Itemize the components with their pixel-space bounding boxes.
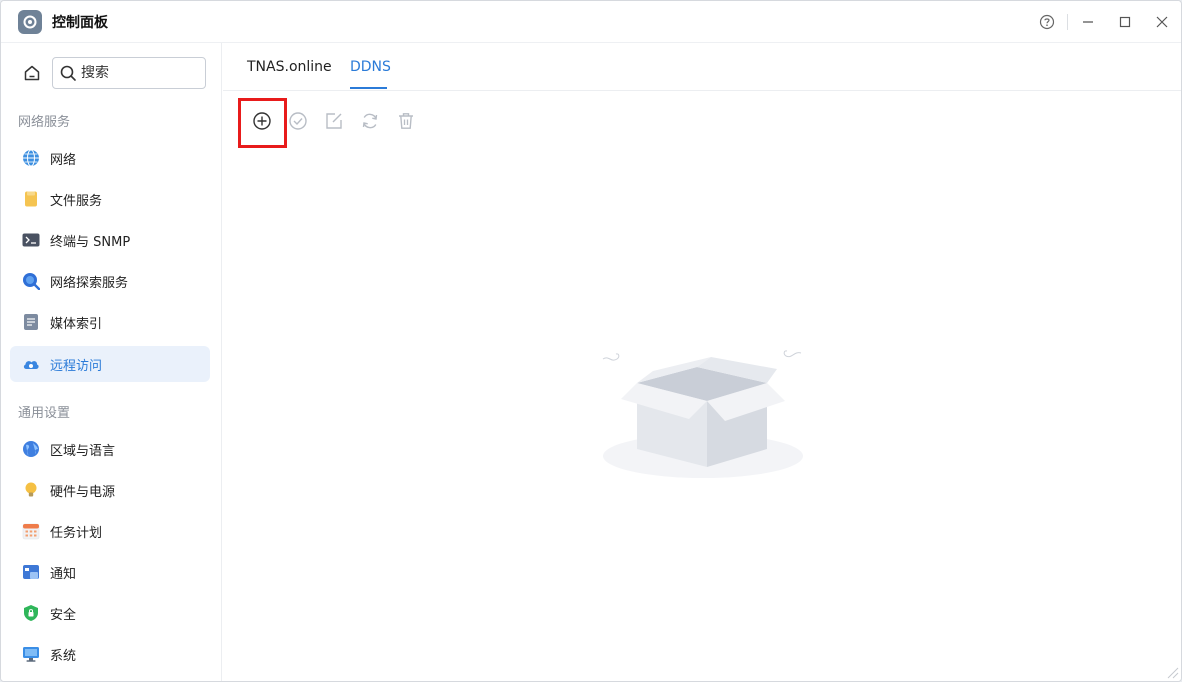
sidebar-item-media-index[interactable]: 媒体索引 — [10, 304, 210, 340]
sidebar-item-label: 网络探索服务 — [50, 275, 129, 291]
sidebar-item-label: 任务计划 — [50, 525, 103, 541]
sidebar-item-label: 安全 — [50, 607, 77, 623]
shield-icon — [22, 604, 40, 622]
check-circle-icon — [289, 112, 307, 130]
title-separator — [1067, 14, 1068, 30]
sidebar: 网络服务 网络 文件服务 — [1, 43, 222, 681]
main-panel: TNAS.online DDNS — [223, 43, 1181, 681]
sidebar-item-security[interactable]: 安全 — [10, 595, 210, 631]
maximize-icon[interactable] — [1115, 12, 1135, 32]
refresh-icon — [362, 113, 378, 129]
folder-icon — [22, 190, 40, 208]
tab-ddns[interactable]: DDNS — [350, 59, 391, 75]
plus-circle-icon — [253, 112, 271, 130]
gear-icon — [18, 10, 42, 34]
control-panel-window: 控制面板 搜索 网络服务 网络 文件服务 终端与 SNMP 网络探索服务 媒体索… — [0, 0, 1182, 682]
sidebar-item-file-services[interactable]: 文件服务 — [10, 181, 210, 217]
trash-icon — [399, 113, 413, 129]
media-index-icon — [22, 313, 40, 331]
section-label-network-services: 网络服务 — [18, 115, 71, 130]
sidebar-item-notification[interactable]: 通知 — [10, 554, 210, 590]
resize-grip-icon[interactable] — [1165, 665, 1179, 679]
minimize-icon[interactable] — [1078, 12, 1098, 32]
search-input[interactable] — [81, 65, 191, 81]
sidebar-item-label: 区域与语言 — [50, 443, 116, 459]
sidebar-item-label: 媒体索引 — [50, 316, 103, 332]
delete-button[interactable] — [394, 109, 418, 133]
search-magnifier-icon — [22, 272, 40, 290]
tab-bar: TNAS.online DDNS — [223, 43, 1181, 91]
terminal-icon — [22, 231, 40, 249]
sidebar-item-label: 文件服务 — [50, 193, 103, 209]
sidebar-item-network-discovery[interactable]: 网络探索服务 — [10, 263, 210, 299]
region-globe-icon — [22, 440, 40, 458]
title-bar: 控制面板 — [1, 1, 1181, 43]
notification-icon — [22, 563, 40, 581]
refresh-button[interactable] — [358, 109, 382, 133]
window-title: 控制面板 — [52, 15, 108, 31]
sidebar-item-network[interactable]: 网络 — [10, 140, 210, 176]
sidebar-item-remote-access[interactable]: 远程访问 — [10, 346, 210, 382]
search-box[interactable] — [52, 57, 206, 89]
help-icon[interactable] — [1037, 12, 1057, 32]
enable-button[interactable] — [286, 109, 310, 133]
home-button[interactable] — [18, 58, 46, 88]
empty-box-icon — [601, 349, 805, 481]
edit-icon — [326, 113, 342, 129]
sidebar-item-label: 通知 — [50, 566, 77, 582]
monitor-icon — [22, 645, 40, 663]
sidebar-item-label: 网络 — [50, 152, 77, 168]
sidebar-item-label: 终端与 SNMP — [50, 234, 131, 250]
sidebar-item-hardware-power[interactable]: 硬件与电源 — [10, 472, 210, 508]
cloud-icon — [22, 355, 40, 373]
globe-icon — [22, 149, 40, 167]
add-button[interactable] — [250, 109, 274, 133]
sidebar-item-task-schedule[interactable]: 任务计划 — [10, 513, 210, 549]
lightbulb-icon — [22, 481, 40, 499]
tab-tnas-online[interactable]: TNAS.online — [247, 59, 332, 75]
sidebar-item-label: 系统 — [50, 648, 77, 664]
sidebar-item-label: 硬件与电源 — [50, 484, 116, 500]
home-icon — [24, 65, 40, 81]
calendar-icon — [22, 522, 40, 540]
edit-button[interactable] — [322, 109, 346, 133]
section-label-general-settings: 通用设置 — [18, 406, 71, 421]
sidebar-item-label: 远程访问 — [50, 358, 103, 374]
close-icon[interactable] — [1152, 12, 1172, 32]
search-icon — [60, 65, 76, 81]
sidebar-item-system[interactable]: 系统 — [10, 636, 210, 672]
sidebar-item-region-language[interactable]: 区域与语言 — [10, 431, 210, 467]
active-tab-indicator — [350, 87, 387, 89]
sidebar-item-terminal-snmp[interactable]: 终端与 SNMP — [10, 222, 210, 258]
